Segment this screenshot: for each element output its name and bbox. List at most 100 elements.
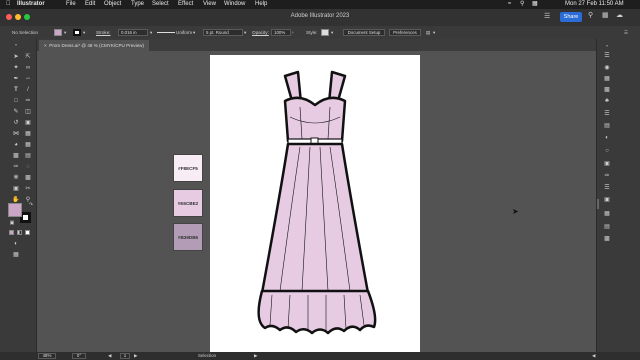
- swap-fill-stroke-icon[interactable]: ↷: [27, 202, 35, 209]
- artboard-tool-icon[interactable]: ▣: [12, 186, 20, 193]
- none-mode-icon[interactable]: [25, 230, 30, 235]
- eraser-tool-icon[interactable]: ◫: [24, 109, 32, 116]
- transform-panel-icon[interactable]: ▦: [603, 211, 611, 218]
- menu-file[interactable]: File: [66, 0, 76, 9]
- arrange-icon[interactable]: ☰: [544, 12, 550, 20]
- graphic-styles-icon[interactable]: ▣: [603, 161, 611, 168]
- mesh-tool-icon[interactable]: ▩: [12, 153, 20, 160]
- document-setup-button[interactable]: Document Setup: [343, 29, 385, 36]
- apple-icon[interactable]: : [6, 0, 11, 9]
- column-graph-tool-icon[interactable]: ▩: [24, 175, 32, 182]
- width-tool-icon[interactable]: ⋈: [12, 131, 20, 138]
- stroke-panel-icon[interactable]: ☰: [603, 111, 611, 118]
- align-icon[interactable]: ▤: [426, 26, 430, 39]
- slice-tool-icon[interactable]: ✂: [24, 186, 32, 193]
- search-help-icon[interactable]: ⚲: [588, 11, 593, 19]
- close-icon[interactable]: ×: [44, 43, 47, 48]
- lasso-tool-icon[interactable]: ∞: [24, 65, 32, 72]
- menu-edit[interactable]: Edit: [85, 0, 95, 9]
- artboards-panel-icon[interactable]: ▣: [603, 197, 611, 204]
- transparency-panel-icon[interactable]: ◐: [603, 135, 611, 142]
- collapse-dock-icon[interactable]: »: [603, 42, 611, 49]
- swatches-panel-icon[interactable]: ▩: [603, 87, 611, 94]
- opacity-label[interactable]: Opacity:: [252, 26, 269, 39]
- chevron-down-icon[interactable]: ▾: [244, 26, 246, 39]
- blend-tool-icon[interactable]: ◌: [24, 164, 32, 171]
- brushes-panel-icon[interactable]: ✑: [603, 173, 611, 180]
- selection-tool-icon[interactable]: ➤: [12, 54, 20, 61]
- scroll-left-icon[interactable]: ◀: [592, 352, 595, 360]
- perspective-grid-tool-icon[interactable]: ▦: [24, 142, 32, 149]
- rotation-select[interactable]: 0°: [72, 353, 86, 359]
- curvature-tool-icon[interactable]: ∽: [24, 76, 32, 83]
- artboard-number-input[interactable]: 1: [120, 353, 130, 359]
- type-tool-icon[interactable]: T: [12, 87, 20, 94]
- fill-indicator[interactable]: [8, 203, 22, 217]
- color-swatch-mid[interactable]: #E6CBE2: [173, 189, 203, 217]
- share-button[interactable]: Share: [560, 12, 582, 22]
- stroke-weight-input[interactable]: 0.016 in: [118, 29, 148, 36]
- menu-select[interactable]: Select: [152, 0, 169, 9]
- chevron-down-icon[interactable]: ▾: [83, 26, 85, 39]
- color-guide-icon[interactable]: ▦: [603, 76, 611, 83]
- artboard[interactable]: [210, 55, 420, 352]
- pathfinder-panel-icon[interactable]: ▩: [603, 236, 611, 243]
- align-panel-icon[interactable]: ▤: [603, 224, 611, 231]
- next-artboard-icon[interactable]: ▶: [134, 352, 137, 360]
- menu-effect[interactable]: Effect: [178, 0, 193, 9]
- rotate-tool-icon[interactable]: ↺: [12, 120, 20, 127]
- document-tab[interactable]: × Prom Dress.ai* @ 48 % (CMYK/CPU Previe…: [39, 40, 150, 51]
- brush-select[interactable]: 5 pt. Round: [203, 29, 243, 36]
- chevron-down-icon[interactable]: ▾: [64, 26, 66, 39]
- shape-builder-tool-icon[interactable]: ◕: [12, 142, 20, 149]
- line-tool-icon[interactable]: /: [24, 87, 32, 94]
- cloud-icon[interactable]: ☁: [616, 11, 623, 19]
- panel-menu-icon[interactable]: ☰: [624, 26, 628, 39]
- direct-selection-tool-icon[interactable]: ⇱: [24, 54, 32, 61]
- chevron-down-icon[interactable]: ▾: [150, 26, 152, 39]
- preferences-button[interactable]: Preferences: [389, 29, 421, 36]
- shaper-tool-icon[interactable]: ✎: [12, 109, 20, 116]
- collapse-panel-icon[interactable]: «: [12, 41, 20, 48]
- scale-tool-icon[interactable]: ▣: [24, 120, 32, 127]
- fill-color-swatch[interactable]: [54, 29, 62, 36]
- dress-illustration[interactable]: [210, 55, 420, 352]
- chevron-down-icon[interactable]: ▾: [433, 26, 435, 39]
- paintbrush-tool-icon[interactable]: ✑: [24, 98, 32, 105]
- control-center-icon[interactable]: ▦: [532, 0, 538, 9]
- style-swatch[interactable]: [321, 29, 329, 36]
- menu-window[interactable]: Window: [224, 0, 245, 9]
- screen-mode-icon[interactable]: ▦: [12, 252, 20, 259]
- color-mode-icon[interactable]: [9, 230, 14, 235]
- menu-help[interactable]: Help: [255, 0, 267, 9]
- rectangle-tool-icon[interactable]: □: [12, 98, 20, 105]
- chevron-down-icon[interactable]: ▾: [331, 26, 333, 39]
- draw-mode-icon[interactable]: ◐: [12, 241, 20, 248]
- gradient-panel-icon[interactable]: ▤: [603, 123, 611, 130]
- pen-tool-icon[interactable]: ✒: [12, 76, 20, 83]
- chevron-right-icon[interactable]: ›: [292, 26, 294, 39]
- menu-view[interactable]: View: [203, 0, 216, 9]
- appearance-panel-icon[interactable]: ○: [603, 148, 611, 155]
- wifi-icon[interactable]: ≈: [508, 0, 511, 9]
- search-icon[interactable]: ⚲: [520, 0, 524, 9]
- layers-panel-icon[interactable]: ☰: [603, 185, 611, 192]
- opacity-input[interactable]: 100%: [271, 29, 291, 36]
- symbol-sprayer-tool-icon[interactable]: ❋: [12, 175, 20, 182]
- chevron-down-icon[interactable]: ▾: [193, 26, 195, 39]
- gradient-mode-icon[interactable]: [17, 230, 22, 235]
- free-transform-tool-icon[interactable]: ▦: [24, 131, 32, 138]
- stroke-color-swatch[interactable]: [73, 29, 81, 36]
- symbols-panel-icon[interactable]: ♣: [603, 98, 611, 105]
- menu-object[interactable]: Object: [104, 0, 121, 9]
- color-panel-icon[interactable]: ◉: [603, 65, 611, 72]
- dock-scrollbar[interactable]: [597, 199, 599, 209]
- color-swatch-light[interactable]: #F8ECF5: [173, 154, 203, 182]
- status-menu-icon[interactable]: ▶: [254, 352, 257, 360]
- stroke-label[interactable]: Stroke:: [96, 26, 111, 39]
- color-swatch-dark[interactable]: #B39DB6: [173, 223, 203, 251]
- first-artboard-icon[interactable]: ◀: [108, 352, 111, 360]
- default-fill-stroke-icon[interactable]: ▣: [8, 220, 16, 227]
- gradient-tool-icon[interactable]: ▤: [24, 153, 32, 160]
- eyedropper-tool-icon[interactable]: ✑: [12, 164, 20, 171]
